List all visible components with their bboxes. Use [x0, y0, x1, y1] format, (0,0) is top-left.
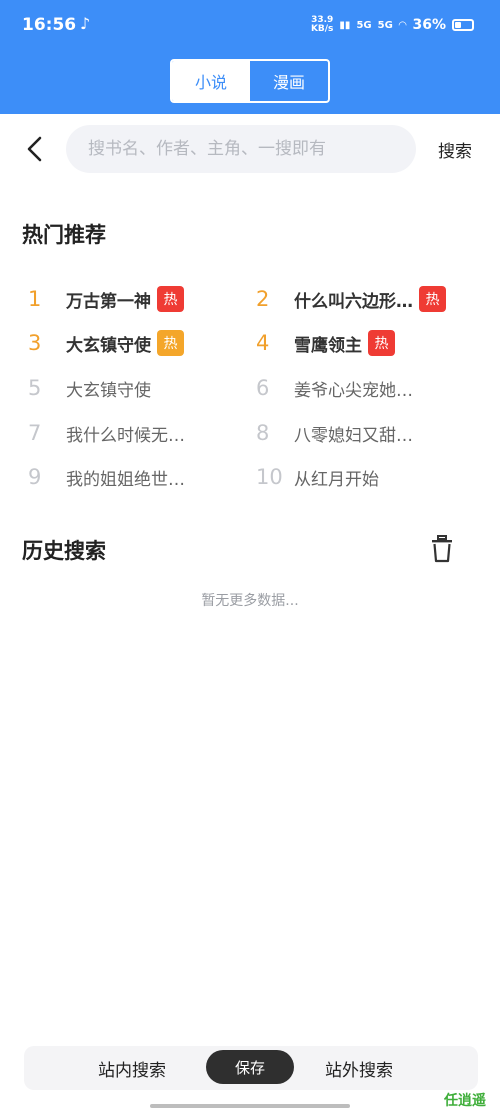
hot-item-4[interactable]: 4 雪鹰领主 热	[252, 328, 395, 358]
save-button[interactable]: 保存	[206, 1050, 294, 1084]
hot-rank: 5	[28, 376, 42, 400]
signal-label-2: 5G	[377, 19, 393, 31]
hot-title: 什么叫六边形…	[294, 291, 413, 312]
search-external-button[interactable]: 站外搜索	[325, 1046, 393, 1090]
hot-title: 大玄镇守使	[66, 380, 151, 401]
hot-item-3[interactable]: 3 大玄镇守使 热	[24, 328, 184, 358]
hot-tag: 热	[157, 286, 184, 312]
hot-item-10[interactable]: 10 从红月开始	[252, 462, 379, 492]
hot-rank: 6	[256, 376, 270, 400]
hot-section-title: 热门推荐	[22, 223, 106, 247]
hot-title: 姜爷心尖宠她…	[294, 380, 413, 401]
history-empty-text: 暂无更多数据...	[201, 593, 299, 609]
hot-title: 从红月开始	[294, 469, 379, 490]
hot-rank: 4	[256, 331, 270, 355]
search-in-site-button[interactable]: 站内搜索	[98, 1046, 166, 1090]
chevron-left-icon	[27, 136, 42, 162]
trash-icon	[432, 535, 452, 563]
hot-rank: 1	[28, 287, 42, 311]
hot-item-2[interactable]: 2 什么叫六边形… 热	[252, 284, 446, 314]
search-box[interactable]	[66, 125, 416, 173]
battery-icon	[452, 19, 474, 31]
hot-rank: 9	[28, 465, 42, 489]
clear-history-button[interactable]	[430, 535, 454, 563]
hot-tag: 热	[157, 330, 184, 356]
wifi-icon: ◠	[398, 19, 407, 31]
search-input[interactable]	[88, 139, 398, 159]
hot-item-1[interactable]: 1 万古第一神 热	[24, 284, 184, 314]
hot-title: 我的姐姐绝世…	[66, 469, 185, 490]
category-toggle: 小说 漫画	[170, 59, 330, 103]
search-screen: 16:56 ♪ 33.9KB/s ▮▮ 5G 5G ◠ 36% 小说 漫画 搜索…	[0, 0, 500, 1111]
hot-item-8[interactable]: 8 八零媳妇又甜…	[252, 418, 413, 448]
status-indicators: 33.9 KB/s ▮▮ 5G 5G ◠ 36%	[311, 16, 474, 34]
tiktok-icon: ♪	[80, 14, 91, 33]
hot-title: 八零媳妇又甜…	[294, 425, 413, 446]
signal-label-1: 5G	[356, 19, 372, 31]
header-bar: 16:56 ♪ 33.9 KB/s ▮▮ 5G 5G ◠ 36% 小说 漫画	[0, 0, 500, 114]
history-section-title: 历史搜索	[22, 539, 106, 563]
hot-item-9[interactable]: 9 我的姐姐绝世…	[24, 462, 185, 492]
hot-rank: 10	[256, 465, 283, 489]
watermark-text: 任逍遥	[444, 1093, 486, 1109]
home-indicator[interactable]	[150, 1104, 350, 1108]
hot-title: 万古第一神	[66, 291, 151, 312]
hot-tag: 热	[419, 286, 446, 312]
battery-level: 36%	[412, 17, 446, 33]
hot-rank: 3	[28, 331, 42, 355]
hot-title: 雪鹰领主	[294, 335, 362, 356]
bottom-action-bar: 站内搜索 保存 站外搜索	[24, 1046, 478, 1090]
hot-item-6[interactable]: 6 姜爷心尖宠她…	[252, 373, 413, 403]
hot-tag: 热	[368, 330, 395, 356]
signal-icon-1: ▮▮	[339, 19, 351, 31]
hot-item-5[interactable]: 5 大玄镇守使	[24, 373, 151, 403]
hot-title: 大玄镇守使	[66, 335, 151, 356]
hot-rank: 7	[28, 421, 42, 445]
tab-novel[interactable]: 小说	[172, 61, 250, 101]
hot-rank: 8	[256, 421, 270, 445]
back-button[interactable]	[20, 134, 50, 164]
search-button[interactable]: 搜索	[438, 137, 472, 162]
status-time: 16:56	[22, 15, 77, 35]
hot-title: 我什么时候无…	[66, 425, 185, 446]
network-speed: 33.9 KB/s	[310, 15, 334, 34]
hot-item-7[interactable]: 7 我什么时候无…	[24, 418, 185, 448]
hot-rank: 2	[256, 287, 270, 311]
tab-comic[interactable]: 漫画	[250, 61, 328, 101]
